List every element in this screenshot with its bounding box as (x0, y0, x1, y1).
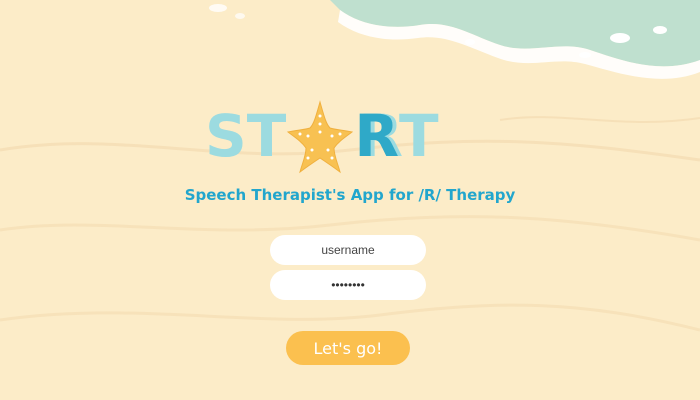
app-subtitle: Speech Therapist's App for /R/ Therapy (184, 186, 516, 204)
lets-go-button[interactable]: Let's go! (286, 331, 410, 365)
start-logo: S T R T (205, 96, 495, 176)
logo-letter-r: R (354, 102, 400, 170)
logo-letter-t2: T (399, 102, 439, 170)
password-input[interactable] (270, 270, 426, 300)
username-input[interactable] (270, 235, 426, 265)
logo-letter-s: S (205, 102, 247, 170)
logo-letter-t1: T (246, 102, 287, 170)
starfish-icon (287, 100, 354, 174)
